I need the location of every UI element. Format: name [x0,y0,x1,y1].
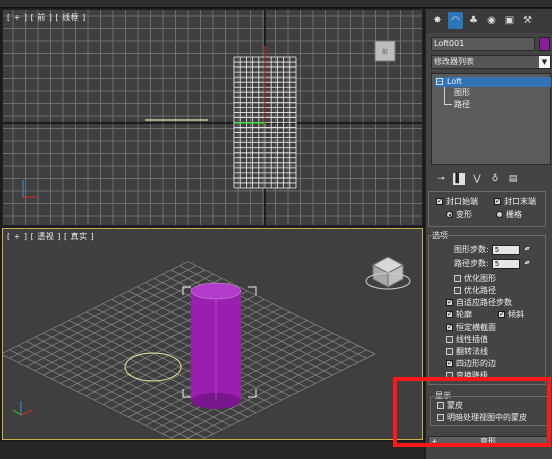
option-label: 四边形的边 [456,359,496,368]
object-color-swatch[interactable] [539,37,550,51]
cap-end-checkbox[interactable]: ✓ 封口末端 [494,196,536,207]
option-checkbox[interactable]: 优化路径 [454,285,496,296]
highlight-box [393,377,551,447]
stack-item-path[interactable]: 路径 [454,100,470,110]
option-check[interactable]: ✓ [446,324,453,331]
create-icon[interactable]: ✸ [430,12,445,29]
stack-item-loft-label: Loft [447,77,463,86]
cap-end-check[interactable]: ✓ [494,198,501,205]
motion-icon[interactable]: ◉ [484,12,499,29]
modifier-list-dropdown[interactable]: 修改器列表 ▼ [431,55,551,69]
morph-label: 变形 [456,210,472,219]
stack-item-shape[interactable]: 图形 [454,88,470,98]
perspective-viewport-canvas [3,256,411,439]
stack-item-loft[interactable]: − Loft [435,77,551,87]
cap-start-checkbox[interactable]: ✓ 封口始端 [436,196,478,207]
circle-shape[interactable] [124,352,182,382]
option-label: 翻转法线 [456,347,488,356]
modify-icon[interactable]: ◠ [448,12,463,29]
cap-start-label: 封口始端 [446,197,478,206]
svg-text:前: 前 [382,48,388,56]
perspective-viewport-label[interactable]: [ + ] [ 透视 ] [ 真实 ] [7,231,94,242]
option-checkbox[interactable]: ✓ 四边形的边 [446,358,496,369]
option-label: 优化图形 [464,274,496,283]
option-check[interactable] [446,348,453,355]
axis-tripod-icon [12,401,34,416]
make-unique-icon[interactable]: ⋁ [471,173,483,185]
configure-sets-icon[interactable]: ▤ [507,173,519,185]
option-check[interactable] [446,336,453,343]
status-bar [0,442,424,459]
grid-label: 栅格 [506,210,522,219]
front-viewport[interactable]: [ + ] [ 前 ] [ 线框 ] 前 [2,9,423,226]
object-name-field[interactable]: Loft001 [431,37,535,51]
option-label: 倾斜 [508,310,524,319]
display-icon[interactable]: ▣ [502,12,517,29]
collapse-icon[interactable]: − [436,78,443,85]
cylinder-loft-object[interactable] [190,282,242,409]
option-check[interactable] [454,287,461,294]
stack-toolbar: ⊸ ▌ ⋁ ♁ ▤ [431,171,551,187]
path-steps-label: 路径步数: [454,259,489,268]
path-steps-row: 路径步数: 5 [454,258,529,269]
front-viewport-canvas: 前 [3,10,422,225]
option-checkbox[interactable]: ✓ 恒定横截面 [446,322,496,333]
cap-end-label: 封口末端 [504,197,536,206]
option-checkbox[interactable]: ✓ 倾斜 [498,309,524,320]
pin-stack-icon[interactable]: ⊸ [435,173,447,185]
option-checkbox[interactable]: 翻转法线 [446,346,488,357]
option-checkbox[interactable]: ✓ 自适应路径步数 [446,297,512,308]
option-check[interactable]: ✓ [446,299,453,306]
modifier-list-label: 修改器列表 [434,57,474,66]
option-label: 线性插值 [456,335,488,344]
option-label: 轮廓 [456,310,472,319]
option-checkbox[interactable]: ✓ 轮廓 [446,309,472,320]
option-check[interactable]: ✓ [446,311,453,318]
option-checkbox[interactable]: 线性插值 [446,334,488,345]
option-check[interactable]: ✓ [498,311,505,318]
stack-tree-line [444,87,452,105]
perspective-viewport[interactable]: [ + ] [ 透视 ] [ 真实 ] [2,228,423,440]
option-label: 优化路径 [464,286,496,295]
remove-modifier-icon[interactable]: ♁ [489,173,501,185]
show-end-result-icon[interactable]: ▌ [453,173,465,185]
hierarchy-icon[interactable]: ♣ [466,12,481,29]
option-checkbox[interactable]: 优化图形 [454,273,496,284]
command-panel-tabs: ✸ ◠ ♣ ◉ ▣ ⚒ [426,9,552,33]
option-label: 恒定横截面 [456,323,496,332]
option-check[interactable]: ✓ [446,360,453,367]
shape-steps-spinner[interactable]: 5 [491,244,529,255]
cap-start-check[interactable]: ✓ [436,198,443,205]
grid-radio[interactable]: 栅格 [496,209,522,220]
morph-radio-dot[interactable] [446,211,453,218]
main-toolbar [0,0,552,8]
morph-radio[interactable]: 变形 [446,209,472,220]
perspective-grid [3,261,376,439]
shape-steps-label: 图形步数: [454,245,489,254]
modifier-stack[interactable]: − Loft 图形 路径 [431,73,551,165]
chevron-down-icon[interactable]: ▼ [539,56,550,68]
shape-steps-row: 图形步数: 5 [454,244,529,255]
option-label: 自适应路径步数 [456,298,512,307]
viewcube-icon[interactable] [365,256,411,290]
front-viewport-label[interactable]: [ + ] [ 前 ] [ 线框 ] [7,12,86,23]
viewcube-icon[interactable]: 前 [374,40,396,62]
option-check[interactable] [454,275,461,282]
path-steps-spinner[interactable]: 5 [491,258,529,269]
utilities-icon[interactable]: ⚒ [520,12,535,29]
grid-radio-dot[interactable] [496,211,503,218]
